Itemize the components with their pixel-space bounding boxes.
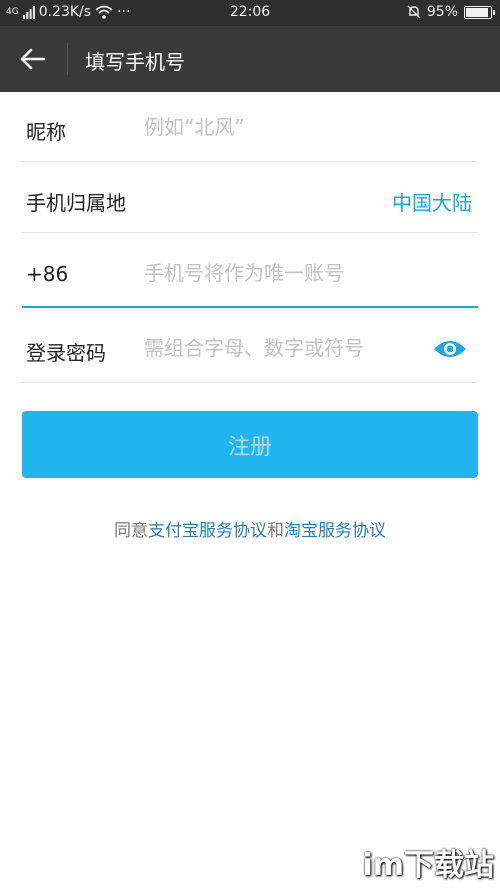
password-input[interactable] — [144, 331, 414, 365]
mute-bell-icon — [407, 5, 421, 19]
register-button[interactable]: 注册 — [22, 411, 478, 478]
country-code: +86 — [26, 262, 69, 286]
phone-row: +86 — [22, 238, 478, 308]
nickname-input[interactable] — [144, 110, 414, 144]
toggle-password-visibility-button[interactable] — [432, 337, 468, 361]
alipay-agreement-link[interactable]: 支付宝服务协议 — [148, 521, 267, 541]
region-label: 手机归属地 — [26, 191, 126, 215]
watermark: im下载站 — [362, 848, 494, 883]
agreement-text: 同意支付宝服务协议和淘宝服务协议 — [0, 516, 500, 541]
battery-percent: 95% — [426, 4, 458, 20]
agreement-connector: 和 — [267, 521, 284, 541]
status-right: 95% — [407, 4, 495, 20]
taobao-agreement-link[interactable]: 淘宝服务协议 — [284, 521, 386, 541]
eye-icon — [434, 341, 466, 357]
nickname-row: 昵称 — [22, 92, 478, 162]
region-selector[interactable]: 中国大陆 — [392, 187, 472, 216]
battery-fill — [466, 7, 488, 17]
app-bar: 填写手机号 — [0, 26, 500, 92]
phone-input[interactable] — [144, 256, 414, 290]
app-bar-divider — [67, 43, 68, 75]
back-button[interactable] — [14, 41, 52, 77]
back-arrow-icon — [20, 48, 46, 70]
battery-icon — [464, 5, 495, 19]
password-label: 登录密码 — [26, 341, 106, 365]
nickname-label: 昵称 — [26, 120, 66, 144]
region-row[interactable]: 手机归属地 中国大陆 — [22, 163, 478, 233]
status-bar: 4G 0.23K/s ··· 22:06 95% — [0, 0, 500, 26]
password-row: 登录密码 — [22, 313, 478, 383]
agreement-prefix: 同意 — [114, 521, 148, 541]
page-title: 填写手机号 — [85, 50, 185, 74]
